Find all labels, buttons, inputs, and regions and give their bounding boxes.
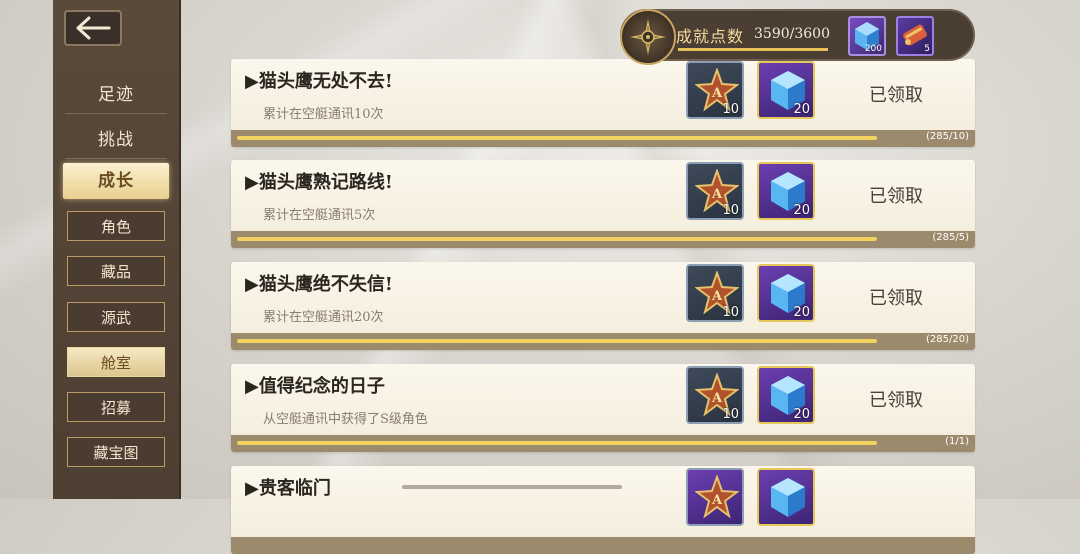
sub-tab-cabin[interactable]: 舱室 bbox=[67, 347, 165, 377]
achievement-points-panel: 成就点数 3590/3600 200 5 bbox=[620, 9, 975, 65]
category-sidebar bbox=[53, 0, 181, 499]
reward-cube[interactable]: 20 bbox=[757, 61, 815, 119]
reward-cube[interactable]: 20 bbox=[757, 162, 815, 220]
reward-medal-qty: 10 bbox=[722, 102, 739, 117]
points-label: 成就点数 bbox=[676, 27, 745, 46]
progress-fill bbox=[237, 339, 877, 343]
category-growth[interactable]: 成长 bbox=[63, 163, 169, 199]
reward-medal[interactable]: A 10 bbox=[686, 61, 744, 119]
achievement-row: ▶猫头鹰绝不失信! 累计在空艇通讯20次 A 10 20 已领取 (285/20… bbox=[231, 262, 975, 350]
reward-cube-qty: 20 bbox=[793, 203, 810, 218]
claimed-status[interactable]: 已领取 bbox=[869, 81, 923, 107]
sub-tab-source-weapon[interactable]: 源武 bbox=[67, 302, 165, 332]
points-value: 3590/3600 bbox=[754, 26, 830, 42]
achievement-title: ▶贵客临门 bbox=[245, 478, 331, 499]
claimed-status[interactable]: 已领取 bbox=[869, 386, 923, 412]
reward-medal[interactable]: A 10 bbox=[686, 366, 744, 424]
achievement-progress-bar: (1/1) bbox=[231, 435, 975, 452]
progress-fill bbox=[237, 136, 877, 140]
sub-tab-collection[interactable]: 藏品 bbox=[67, 256, 165, 286]
back-arrow-icon bbox=[76, 16, 111, 40]
progress-text: (285/5) bbox=[932, 232, 969, 243]
progress-text: (1/1) bbox=[945, 436, 969, 447]
reward-cube[interactable] bbox=[757, 468, 815, 526]
star-medal-icon: A bbox=[695, 475, 739, 519]
divider bbox=[65, 113, 167, 114]
back-button[interactable] bbox=[64, 10, 122, 46]
reward-medal-qty: 10 bbox=[722, 407, 739, 422]
svg-text:A: A bbox=[711, 86, 723, 101]
blue-cube-icon bbox=[771, 478, 805, 517]
achievement-title: ▶值得纪念的日子 bbox=[245, 376, 385, 397]
achievement-description: 累计在空艇通讯20次 bbox=[263, 310, 384, 325]
category-challenge[interactable]: 挑战 bbox=[53, 125, 179, 150]
reward-cube-qty: 20 bbox=[793, 305, 810, 320]
progress-fill bbox=[237, 441, 877, 445]
achievement-row: ▶猫头鹰熟记路线! 累计在空艇通讯5次 A 10 20 已领取 (285/5) bbox=[231, 160, 975, 248]
header-item-scroll[interactable]: 5 bbox=[896, 16, 934, 56]
achievement-title: ▶猫头鹰绝不失信! bbox=[245, 274, 393, 295]
reward-cube[interactable]: 20 bbox=[757, 366, 815, 424]
reward-medal[interactable]: A bbox=[686, 468, 744, 526]
achievement-row: ▶贵客临门 A bbox=[231, 466, 975, 554]
scroll-indicator[interactable] bbox=[402, 485, 622, 489]
compass-emblem-icon bbox=[620, 9, 676, 65]
svg-text:A: A bbox=[711, 391, 723, 406]
sub-tab-character[interactable]: 角色 bbox=[67, 211, 165, 241]
reward-medal[interactable]: A 10 bbox=[686, 264, 744, 322]
reward-cube[interactable]: 20 bbox=[757, 264, 815, 322]
header-item-qty: 5 bbox=[924, 44, 930, 54]
progress-text: (285/10) bbox=[926, 131, 969, 142]
reward-medal-qty: 10 bbox=[722, 305, 739, 320]
achievement-description: 累计在空艇通讯10次 bbox=[263, 107, 384, 122]
achievement-title: ▶猫头鹰无处不去! bbox=[245, 71, 393, 92]
category-footprints[interactable]: 足迹 bbox=[53, 80, 179, 105]
reward-cube-qty: 20 bbox=[793, 407, 810, 422]
header-item-qty: 200 bbox=[864, 44, 882, 54]
sub-tab-recruit[interactable]: 招募 bbox=[67, 392, 165, 422]
progress-text: (285/20) bbox=[926, 334, 969, 345]
reward-medal[interactable]: A 10 bbox=[686, 162, 744, 220]
achievement-row: ▶值得纪念的日子 从空艇通讯中获得了S级角色 A 10 20 已领取 (1/1) bbox=[231, 364, 975, 452]
svg-text:A: A bbox=[711, 289, 723, 304]
points-progress-bar bbox=[678, 48, 828, 51]
divider bbox=[65, 158, 167, 159]
reward-medal-qty: 10 bbox=[722, 203, 739, 218]
achievement-description: 从空艇通讯中获得了S级角色 bbox=[263, 412, 428, 427]
claimed-status[interactable]: 已领取 bbox=[869, 284, 923, 310]
reward-cube-qty: 20 bbox=[793, 102, 810, 117]
progress-fill bbox=[237, 237, 877, 241]
achievement-progress-bar: (285/5) bbox=[231, 231, 975, 248]
svg-text:A: A bbox=[711, 187, 723, 202]
achievement-progress-bar: (285/20) bbox=[231, 333, 975, 350]
achievement-description: 累计在空艇通讯5次 bbox=[263, 208, 376, 223]
header-item-crystal[interactable]: 200 bbox=[848, 16, 886, 56]
achievement-progress-bar: (285/10) bbox=[231, 130, 975, 147]
svg-text:A: A bbox=[711, 493, 723, 508]
achievement-row: ▶猫头鹰无处不去! 累计在空艇通讯10次 A 10 20 已领取 (285/10… bbox=[231, 59, 975, 147]
claimed-status[interactable]: 已领取 bbox=[869, 182, 923, 208]
achievement-title: ▶猫头鹰熟记路线! bbox=[245, 172, 393, 193]
sub-tab-treasure-map[interactable]: 藏宝图 bbox=[67, 437, 165, 467]
achievement-progress-bar bbox=[231, 537, 975, 554]
